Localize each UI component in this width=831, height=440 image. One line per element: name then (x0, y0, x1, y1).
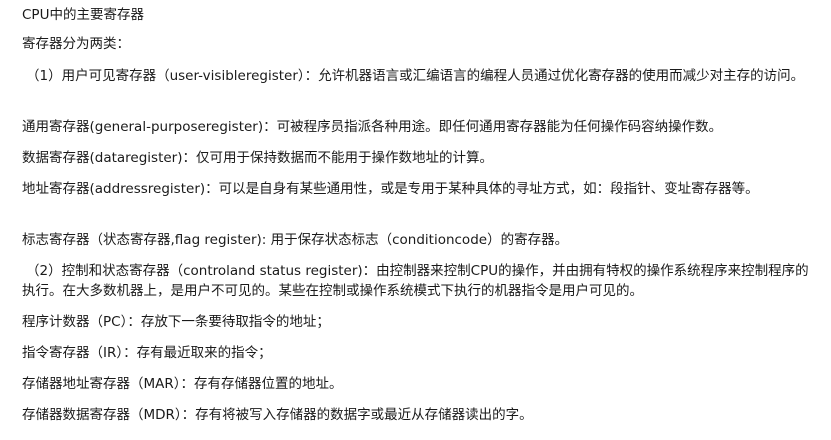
paragraph-general-purpose-register: 通用寄存器(general-purposeregister)：可被程序员指派各种… (22, 119, 723, 135)
paragraph-memory-data-register: 存储器数据寄存器（MDR）：存有将被写入存储器的数据字或最近从存储器读出的字。 (22, 407, 533, 423)
document-title: CPU中的主要寄存器 (22, 7, 144, 23)
paragraph-memory-address-register: 存储器地址寄存器（MAR）：存有存储器位置的地址。 (22, 376, 343, 392)
paragraph-flag-register: 标志寄存器（状态寄存器,flag register): 用于保存状态标志（con… (22, 232, 569, 248)
paragraph-user-visible-registers: （1）用户可见寄存器（user-visibleregister）：允许机器语言或… (26, 68, 805, 84)
paragraph-control-status-registers: （2）控制和状态寄存器（controland status register)：… (22, 263, 809, 299)
intro-text: 寄存器分为两类： (22, 36, 130, 52)
paragraph-address-register: 地址寄存器(addressregister)：可以是自身有某些通用性，或是专用于… (22, 181, 759, 197)
paragraph-instruction-register: 指令寄存器（IR）：存有最近取来的指令； (22, 345, 272, 361)
paragraph-program-counter: 程序计数器（PC）：存放下一条要待取指令的地址； (22, 314, 330, 330)
paragraph-data-register: 数据寄存器(dataregister)：仅可用于保持数据而不能用于操作数地址的计… (22, 150, 494, 166)
